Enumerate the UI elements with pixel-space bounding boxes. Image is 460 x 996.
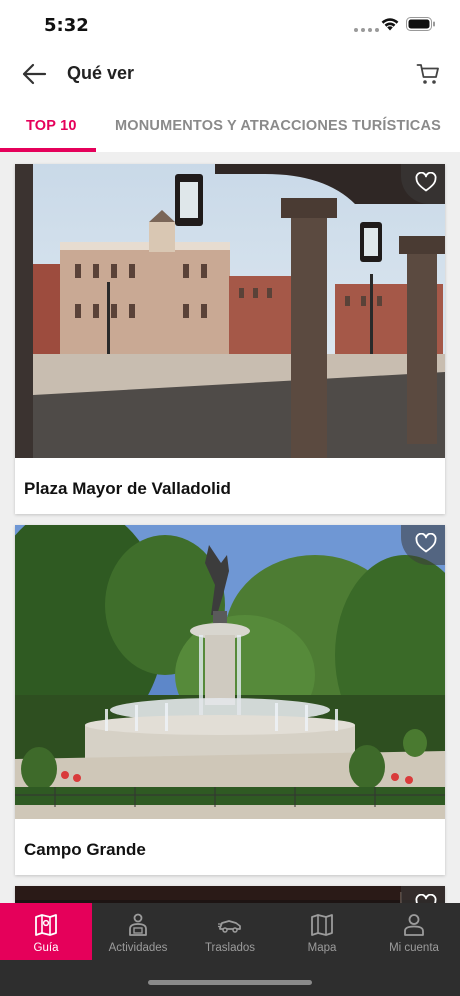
app-header: Qué ver [0,48,460,100]
nav-item-traslados[interactable]: Traslados [184,903,276,960]
page-title: Qué ver [67,63,135,83]
nav-item-guia[interactable]: Guía [0,903,92,960]
signal-dots-icon [354,28,379,32]
battery-icon [406,17,435,31]
wifi-icon [381,18,399,31]
nav-label: Mapa [307,942,337,954]
home-indicator-area [0,960,460,996]
arrow-left-icon [22,63,47,85]
car-transfer-icon [218,920,241,933]
status-time: 5:32 [44,15,89,36]
heart-outline-icon [415,533,437,553]
person-activity-icon [129,913,147,936]
map-icon [311,914,333,936]
nav-label: Mi cuenta [389,942,439,954]
bottom-navigation: Guía Actividades Traslados Mapa Mi cuent… [0,903,460,960]
nav-item-mi-cuenta[interactable]: Mi cuenta [368,903,460,960]
attraction-image [15,525,445,819]
nav-label: Traslados [204,942,256,954]
attraction-card[interactable]: Plaza Mayor de Valladolid [15,164,445,514]
attraction-image [15,164,445,458]
heart-outline-icon [415,172,437,192]
user-account-icon [404,914,424,936]
cart-button[interactable] [412,58,444,90]
attraction-title: Campo Grande [24,840,146,859]
attraction-card[interactable]: Campo Grande [15,525,445,875]
nav-label: Actividades [108,942,168,954]
cart-icon [416,64,439,84]
map-guide-icon [35,914,57,936]
attraction-title: Plaza Mayor de Valladolid [24,479,231,498]
nav-item-actividades[interactable]: Actividades [92,903,184,960]
home-indicator[interactable] [148,980,312,985]
status-bar: 5:32 [0,0,460,48]
nav-label: Guía [33,942,59,954]
tab-top10[interactable]: TOP 10 [26,118,77,134]
category-tabs: TOP 10 MONUMENTOS Y ATRACCIONES TURÍSTIC… [0,100,460,152]
back-button[interactable] [18,58,50,90]
active-tab-indicator [0,148,96,152]
nav-item-mapa[interactable]: Mapa [276,903,368,960]
tab-monumentos[interactable]: MONUMENTOS Y ATRACCIONES TURÍSTICAS [115,118,441,134]
